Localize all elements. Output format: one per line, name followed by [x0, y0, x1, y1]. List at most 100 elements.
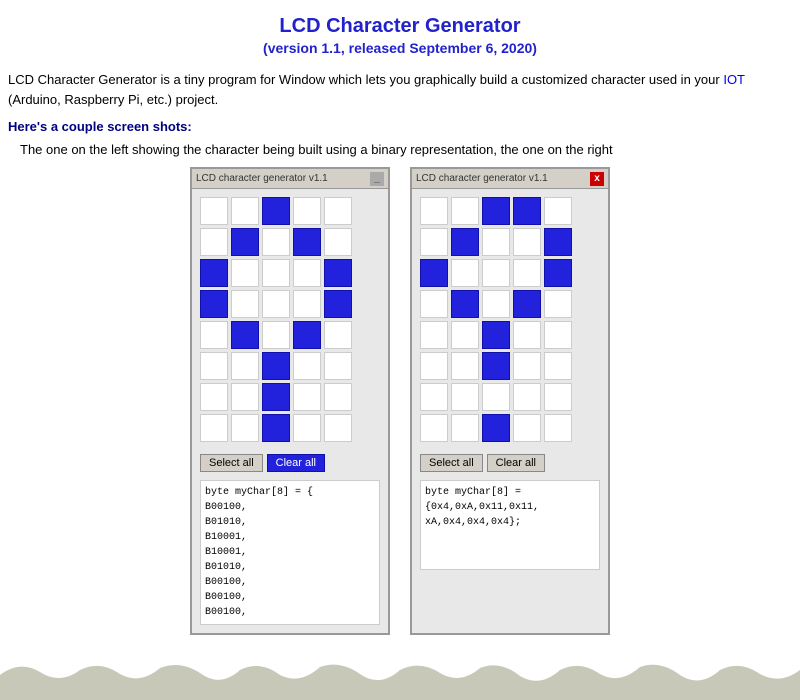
code-area-1: byte myChar[8] = { B00100, B01010, B1000… [200, 480, 380, 625]
pixel-cell[interactable] [482, 228, 510, 256]
pixel-cell[interactable] [262, 228, 290, 256]
clear-all-btn-2[interactable]: Clear all [487, 454, 545, 472]
pixel-cell[interactable] [420, 321, 448, 349]
pixel-cell[interactable] [451, 228, 479, 256]
pixel-cell[interactable] [231, 321, 259, 349]
pixel-cell[interactable] [293, 321, 321, 349]
pixel-cell[interactable] [293, 228, 321, 256]
pixel-cell[interactable] [482, 197, 510, 225]
pixel-cell[interactable] [451, 290, 479, 318]
pixel-cell[interactable] [513, 290, 541, 318]
grid-area-2 [412, 189, 608, 450]
pixel-cell[interactable] [544, 383, 572, 411]
pixel-cell[interactable] [200, 259, 228, 287]
pixel-cell[interactable] [513, 383, 541, 411]
pixel-cell[interactable] [420, 290, 448, 318]
pixel-cell[interactable] [513, 321, 541, 349]
grid-area-1 [192, 189, 388, 450]
pixel-cell[interactable] [200, 290, 228, 318]
pixel-cell[interactable] [482, 321, 510, 349]
pixel-cell[interactable] [200, 383, 228, 411]
select-all-btn-2[interactable]: Select all [420, 454, 483, 472]
pixel-cell[interactable] [482, 259, 510, 287]
pixel-grid-1 [200, 197, 380, 442]
pixel-cell[interactable] [544, 290, 572, 318]
pixel-cell[interactable] [293, 197, 321, 225]
pixel-cell[interactable] [420, 383, 448, 411]
pixel-cell[interactable] [293, 383, 321, 411]
pixel-cell[interactable] [293, 290, 321, 318]
pixel-cell[interactable] [262, 383, 290, 411]
page-subtitle: (version 1.1, released September 6, 2020… [0, 40, 800, 56]
pixel-cell[interactable] [324, 290, 352, 318]
pixel-cell[interactable] [293, 259, 321, 287]
pixel-cell[interactable] [324, 259, 352, 287]
pixel-cell[interactable] [482, 290, 510, 318]
pixel-cell[interactable] [451, 259, 479, 287]
buttons-row-2: Select all Clear all [412, 450, 608, 476]
titlebar-2: LCD character generator v1.1 x [412, 169, 608, 189]
pixel-cell[interactable] [231, 228, 259, 256]
pixel-cell[interactable] [231, 352, 259, 380]
pixel-cell[interactable] [231, 290, 259, 318]
pixel-cell[interactable] [262, 290, 290, 318]
pixel-cell[interactable] [420, 197, 448, 225]
pixel-cell[interactable] [231, 383, 259, 411]
pixel-cell[interactable] [293, 414, 321, 442]
titlebar-1: LCD character generator v1.1 _ [192, 169, 388, 189]
pixel-cell[interactable] [200, 321, 228, 349]
pixel-cell[interactable] [262, 259, 290, 287]
pixel-cell[interactable] [544, 197, 572, 225]
pixel-cell[interactable] [451, 352, 479, 380]
pixel-cell[interactable] [544, 414, 572, 442]
lcd-window-2: LCD character generator v1.1 x Select al… [410, 167, 610, 635]
pixel-cell[interactable] [200, 197, 228, 225]
pixel-cell[interactable] [544, 321, 572, 349]
clear-all-btn-1[interactable]: Clear all [267, 454, 325, 472]
pixel-cell[interactable] [262, 352, 290, 380]
pixel-cell[interactable] [451, 321, 479, 349]
pixel-cell[interactable] [293, 352, 321, 380]
pixel-cell[interactable] [513, 414, 541, 442]
pixel-cell[interactable] [324, 352, 352, 380]
pixel-cell[interactable] [513, 352, 541, 380]
pixel-cell[interactable] [513, 197, 541, 225]
iot-link[interactable]: IOT [723, 72, 744, 87]
code-area-2: byte myChar[8] = {0x4,0xA,0x11,0x11, xA,… [420, 480, 600, 570]
select-all-btn-1[interactable]: Select all [200, 454, 263, 472]
pixel-cell[interactable] [324, 383, 352, 411]
pixel-cell[interactable] [231, 259, 259, 287]
pixel-cell[interactable] [482, 414, 510, 442]
pixel-cell[interactable] [544, 352, 572, 380]
pixel-cell[interactable] [451, 197, 479, 225]
pixel-cell[interactable] [482, 352, 510, 380]
buttons-row-1: Select all Clear all [192, 450, 388, 476]
pixel-cell[interactable] [420, 259, 448, 287]
pixel-cell[interactable] [200, 352, 228, 380]
pixel-cell[interactable] [200, 228, 228, 256]
description: LCD Character Generator is a tiny progra… [0, 66, 800, 113]
pixel-cell[interactable] [451, 414, 479, 442]
pixel-cell[interactable] [262, 414, 290, 442]
pixel-cell[interactable] [262, 197, 290, 225]
pixel-cell[interactable] [200, 414, 228, 442]
pixel-cell[interactable] [324, 228, 352, 256]
pixel-cell[interactable] [324, 197, 352, 225]
pixel-cell[interactable] [231, 414, 259, 442]
pixel-cell[interactable] [262, 321, 290, 349]
close-btn-2[interactable]: x [590, 172, 604, 186]
pixel-cell[interactable] [544, 259, 572, 287]
pixel-cell[interactable] [513, 228, 541, 256]
pixel-cell[interactable] [324, 414, 352, 442]
pixel-cell[interactable] [513, 259, 541, 287]
pixel-cell[interactable] [451, 383, 479, 411]
pixel-cell[interactable] [544, 228, 572, 256]
pixel-cell[interactable] [420, 352, 448, 380]
pixel-cell[interactable] [420, 228, 448, 256]
pixel-cell[interactable] [482, 383, 510, 411]
minimize-btn-1[interactable]: _ [370, 172, 384, 186]
pixel-cell[interactable] [420, 414, 448, 442]
pixel-cell[interactable] [231, 197, 259, 225]
titlebar-2-text: LCD character generator v1.1 [416, 173, 590, 184]
pixel-cell[interactable] [324, 321, 352, 349]
